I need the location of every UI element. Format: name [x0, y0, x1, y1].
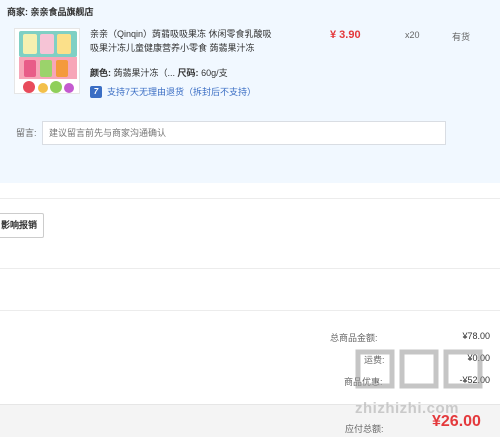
discount-label: 商品优惠:: [344, 377, 383, 387]
site-watermark-logo: [355, 349, 483, 389]
product-title[interactable]: 亲亲（Qinqin）蒟蒻吸吸果冻 休闲零食乳酸吸吸果汁冻儿童健康营养小零食 蒟蒻…: [90, 27, 276, 55]
message-label: 留言:: [16, 128, 37, 138]
item-price: ¥ 3.90: [330, 29, 361, 41]
color-key: 颜色:: [90, 68, 111, 78]
divider: [0, 310, 500, 311]
shipping-row: 运费: ¥0.00: [330, 353, 490, 366]
shop-header: 商家: 亲亲食品旗舰店: [7, 5, 94, 18]
divider: [0, 268, 500, 269]
pay-total-label: 应付总额:: [345, 424, 384, 434]
stock-status: 有货: [452, 32, 471, 42]
invoice-button[interactable]: 影响报销: [0, 213, 44, 238]
item-quantity: x20: [405, 30, 420, 40]
return-service-text: 支持7天无理由退货（拆封后不支持）: [107, 87, 257, 97]
shipping-value: ¥0.00: [467, 353, 490, 363]
product-attributes: 颜色: 蒟蒻果汁冻（... 尺码: 60g/支: [90, 66, 228, 79]
color-value: 蒟蒻果汁冻（...: [113, 68, 176, 78]
message-input[interactable]: [42, 121, 446, 145]
goods-total-row: 总商品金额: ¥78.00: [330, 331, 490, 344]
shipping-label: 运费:: [364, 355, 385, 365]
discount-row: 商品优惠: -¥52.00: [330, 375, 490, 388]
watermark-text: zhizhizhi.com: [355, 400, 459, 417]
shop-label: 商家:: [7, 7, 28, 17]
shop-name-link[interactable]: 亲亲食品旗舰店: [31, 7, 94, 17]
shop-item-panel: 商家: 亲亲食品旗舰店 亲亲（Qinqin）蒟蒻吸吸果冻 休闲零食乳酸吸吸果汁冻…: [0, 0, 500, 183]
return-service-row: 7 支持7天无理由退货（拆封后不支持）: [90, 85, 256, 98]
product-thumbnail[interactable]: [14, 28, 80, 94]
divider: [0, 198, 500, 199]
goods-total-label: 总商品金额:: [330, 333, 378, 343]
goods-total-value: ¥78.00: [462, 331, 490, 341]
jelly-product-image: [15, 29, 79, 93]
size-value: 60g/支: [201, 68, 228, 78]
seven-day-return-icon: 7: [90, 85, 102, 98]
discount-value: -¥52.00: [459, 375, 490, 385]
size-key: 尺码:: [177, 68, 199, 78]
